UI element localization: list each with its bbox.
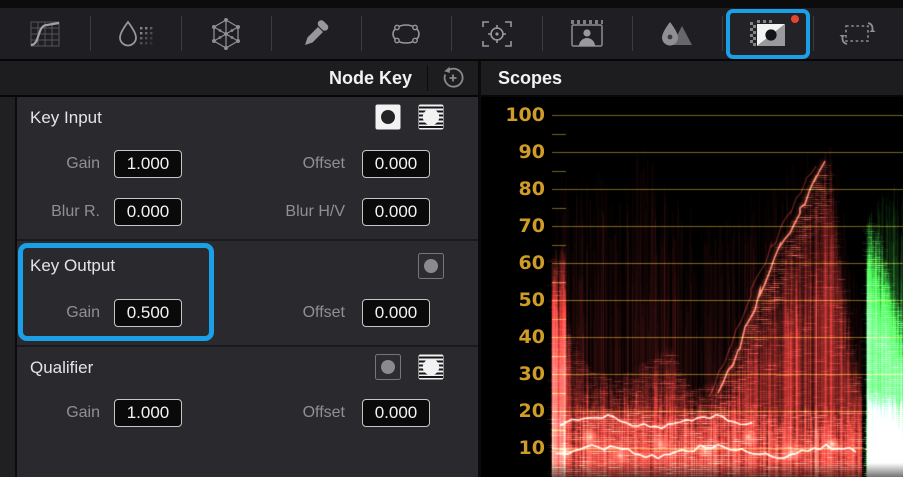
key-input-gain-row: Gain 1.000 Offset 0.000 (17, 150, 478, 178)
reset-icon (443, 66, 464, 88)
blur-hv-label: Blur H/V (285, 203, 345, 220)
section-divider (17, 239, 478, 241)
droplet-grid-icon (119, 20, 153, 46)
tool-blur[interactable] (632, 8, 722, 59)
offset-label: Offset (302, 404, 345, 421)
invert-inactive-icon (418, 253, 444, 279)
key-icon (749, 19, 785, 46)
palette-toolbar (0, 0, 903, 61)
blur-sharpen-icon (662, 21, 693, 45)
key-input-matte-toggle[interactable] (418, 104, 444, 130)
scale-tick: 80 (518, 178, 545, 200)
tool-color-warper[interactable] (90, 8, 180, 59)
invert-inactive-icon (375, 354, 401, 380)
hex-mesh-icon (211, 17, 240, 50)
tool-color-mixer[interactable] (180, 8, 271, 59)
scopes-panel: 100 90 80 70 60 50 40 30 20 10 (481, 97, 903, 477)
key-output-offset-field[interactable]: 0.000 (362, 299, 430, 327)
scale-tick: 40 (518, 326, 545, 348)
scale-tick: 30 (518, 363, 545, 385)
reset-button[interactable] (440, 65, 466, 91)
qualifier-title: Qualifier (30, 358, 94, 377)
tool-key[interactable] (722, 8, 812, 59)
tool-magic-mask[interactable] (541, 8, 632, 59)
key-output-gain-row: Gain 0.500 Offset 0.000 (17, 299, 478, 327)
key-input-blur-row: Blur R. 0.000 Blur H/V 0.000 (17, 198, 478, 226)
key-output-gain-field[interactable]: 0.500 (114, 299, 182, 327)
node-key-content: Key Input Gain 1.000 Offset 0.000 Blur R… (17, 97, 478, 477)
blur-r-label: Blur R. (51, 203, 100, 220)
matte-active-icon (418, 104, 444, 130)
qualifier-invert-toggle[interactable] (375, 354, 401, 380)
key-output-invert-toggle[interactable] (418, 253, 444, 279)
scrollbar-track[interactable] (0, 97, 17, 477)
eyedropper-icon (305, 19, 329, 45)
scale-tick: 20 (518, 400, 545, 422)
magic-mask-icon (570, 19, 603, 47)
scale-tick: 100 (505, 104, 545, 126)
tool-power-window[interactable] (361, 8, 451, 59)
sizing-icon (839, 21, 876, 45)
qualifier-offset-field[interactable]: 0.000 (362, 399, 430, 427)
node-key-panel: Key Input Gain 1.000 Offset 0.000 Blur R… (0, 97, 478, 477)
gain-label: Gain (66, 404, 100, 421)
gain-label: Gain (66, 304, 100, 321)
curves-icon (30, 21, 60, 46)
gain-label: Gain (66, 155, 100, 172)
key-output-title: Key Output (30, 256, 116, 275)
qualifier-gain-field[interactable]: 1.000 (114, 399, 182, 427)
offset-label: Offset (302, 304, 345, 321)
scale-tick: 10 (518, 437, 545, 459)
key-input-blur-r-field[interactable]: 0.000 (114, 198, 182, 226)
key-input-offset-field[interactable]: 0.000 (362, 150, 430, 178)
key-input-blur-hv-field[interactable]: 0.000 (362, 198, 430, 226)
tracker-icon (481, 20, 512, 47)
notification-dot (790, 14, 799, 23)
tool-tracker[interactable] (451, 8, 541, 59)
tool-sizing[interactable] (812, 8, 903, 59)
node-key-title: Node Key (328, 68, 412, 88)
key-tool-highlight (725, 8, 810, 59)
key-input-title: Key Input (30, 108, 102, 127)
tool-qualifier-picker[interactable] (270, 8, 361, 59)
qualifier-gain-row: Gain 1.000 Offset 0.000 (17, 399, 478, 427)
ellipse-window-icon (392, 23, 421, 44)
invert-active-icon (375, 104, 401, 130)
node-key-header: Node Key (0, 61, 478, 97)
key-input-gain-field[interactable]: 1.000 (114, 150, 182, 178)
header-separator (427, 65, 428, 91)
matte-active-icon (418, 354, 444, 380)
scale-tick: 70 (518, 215, 545, 237)
key-input-invert-toggle[interactable] (375, 104, 401, 130)
scopes-title: Scopes (498, 68, 563, 88)
scopes-header: Scopes (481, 61, 903, 97)
qualifier-matte-toggle[interactable] (418, 354, 444, 380)
scale-tick: 50 (518, 289, 545, 311)
section-divider (17, 345, 478, 347)
offset-label: Offset (302, 155, 345, 172)
scale-tick: 90 (518, 141, 545, 163)
scale-tick: 60 (518, 252, 545, 274)
tool-custom-curves[interactable] (0, 8, 90, 59)
davinci-color-page: Node Key Scopes Key Input Gain 1.000 Off… (0, 0, 903, 477)
